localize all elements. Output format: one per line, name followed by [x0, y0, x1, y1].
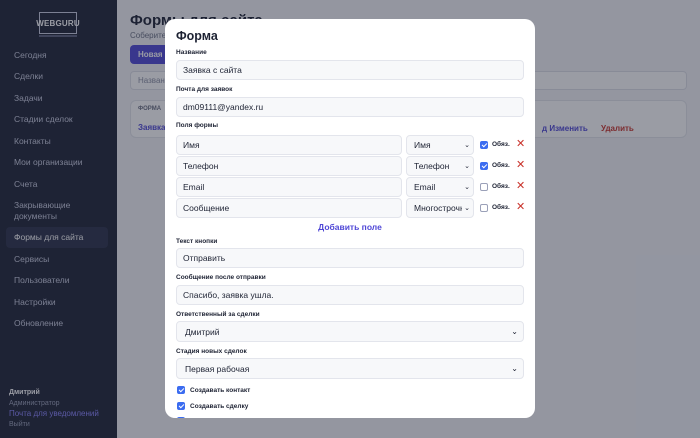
delete-field-icon[interactable]: ✕ [516, 138, 525, 150]
create-contact-label: Создавать контакт [190, 386, 251, 394]
field-required-label: Обяз. [492, 204, 510, 211]
next-option[interactable] [177, 416, 185, 418]
field-required-checkbox[interactable] [480, 183, 488, 191]
field-type-select[interactable]: Email ⌄ [406, 177, 474, 197]
create-contact-option[interactable]: Создавать контакт [177, 385, 250, 395]
fields-label: Поля формы [176, 122, 219, 129]
stage-select[interactable]: Первая рабочая ⌄ [176, 358, 524, 379]
responsible-label: Ответственный за сделки [176, 311, 260, 318]
after-send-label: Сообщение после отправки [176, 274, 266, 281]
delete-field-icon[interactable]: ✕ [516, 180, 525, 192]
field-type-value: Телефон [414, 161, 450, 171]
name-label: Название [176, 49, 207, 56]
field-type-select[interactable]: Имя ⌄ [406, 135, 474, 155]
form-modal: Форма Название Заявка с сайта Почта для … [165, 19, 535, 418]
button-text-input[interactable]: Отправить [176, 248, 524, 268]
chevron-down-icon: ⌄ [511, 327, 518, 336]
name-input[interactable]: Заявка с сайта [176, 60, 524, 80]
form-field-row: Телефон Телефон ⌄ Обяз. ✕ [176, 156, 525, 176]
field-type-select[interactable]: Телефон ⌄ [406, 156, 474, 176]
form-field-row: Имя Имя ⌄ Обяз. ✕ [176, 135, 525, 155]
delete-field-icon[interactable]: ✕ [516, 159, 525, 171]
create-deal-checkbox[interactable] [177, 402, 185, 410]
form-field-row: Сообщение Многострочн ⌄ Обяз. ✕ [176, 198, 525, 218]
field-required-label: Обяз. [492, 183, 510, 190]
chevron-down-icon: ⌄ [462, 141, 470, 149]
stage-label: Стадия новых сделок [176, 348, 247, 355]
option-checkbox[interactable] [177, 417, 185, 418]
field-required-checkbox[interactable] [480, 141, 488, 149]
form-field-row: Email Email ⌄ Обяз. ✕ [176, 177, 525, 197]
after-send-input[interactable]: Спасибо, заявка ушла. [176, 285, 524, 305]
field-required-label: Обяз. [492, 162, 510, 169]
modal-title: Форма [176, 29, 218, 43]
field-name-input[interactable]: Имя [176, 135, 402, 155]
field-name-input[interactable]: Телефон [176, 156, 402, 176]
field-type-value: Многострочн [414, 203, 465, 213]
field-required-label: Обяз. [492, 141, 510, 148]
chevron-down-icon: ⌄ [462, 204, 470, 212]
create-deal-option[interactable]: Создавать сделку [177, 401, 248, 411]
chevron-down-icon: ⌄ [511, 364, 518, 373]
field-name-input[interactable]: Сообщение [176, 198, 402, 218]
chevron-down-icon: ⌄ [462, 162, 470, 170]
chevron-down-icon: ⌄ [462, 183, 470, 191]
field-type-select[interactable]: Многострочн ⌄ [406, 198, 474, 218]
field-required-checkbox[interactable] [480, 204, 488, 212]
field-name-input[interactable]: Email [176, 177, 402, 197]
email-input[interactable]: dm09111@yandex.ru [176, 97, 524, 117]
create-contact-checkbox[interactable] [177, 386, 185, 394]
add-field-button[interactable]: Добавить поле [165, 222, 535, 232]
email-label: Почта для заявок [176, 86, 233, 93]
button-text-label: Текст кнопки [176, 238, 218, 245]
stage-value: Первая рабочая [185, 363, 250, 374]
create-deal-label: Создавать сделку [190, 402, 249, 410]
responsible-value: Дмитрий [185, 326, 220, 337]
field-type-value: Email [414, 182, 436, 192]
field-required-checkbox[interactable] [480, 162, 488, 170]
responsible-select[interactable]: Дмитрий ⌄ [176, 321, 524, 342]
delete-field-icon[interactable]: ✕ [516, 201, 525, 213]
field-type-value: Имя [414, 140, 431, 150]
